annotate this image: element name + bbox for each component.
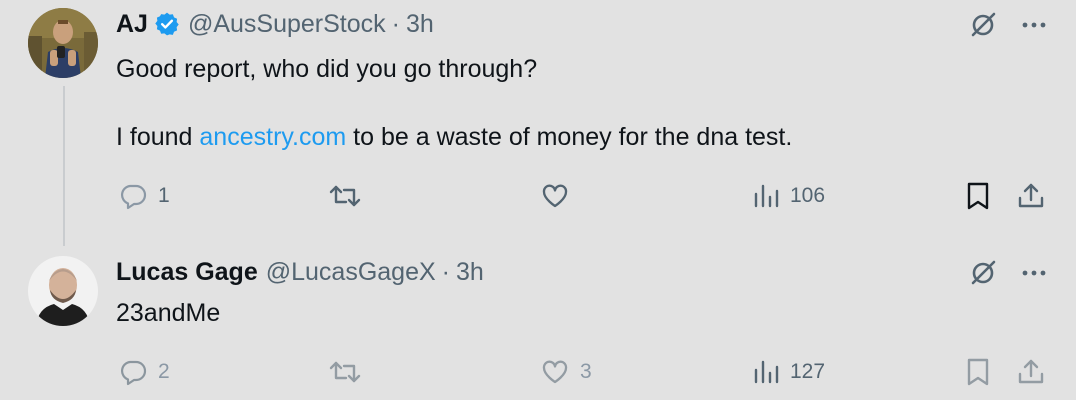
like-count: 3 bbox=[580, 360, 592, 383]
timestamp[interactable]: 3h bbox=[406, 10, 434, 39]
bookmark-button[interactable] bbox=[964, 176, 992, 216]
retweet-button[interactable] bbox=[328, 352, 372, 392]
text-segment: I found bbox=[116, 123, 200, 151]
tweet-text-line: 23andMe bbox=[116, 299, 221, 327]
share-icon bbox=[1016, 357, 1046, 387]
user-handle[interactable]: @LucasGageX bbox=[266, 258, 436, 287]
view-count: 127 bbox=[790, 360, 826, 383]
views-button[interactable]: 127 bbox=[752, 352, 825, 392]
like-icon bbox=[540, 357, 570, 387]
tweet-text: 23andMe bbox=[116, 296, 220, 330]
separator-dot: · bbox=[391, 9, 400, 38]
reply-thread: AJ @AusSuperStock · 3h Good report, who … bbox=[0, 0, 1076, 400]
like-icon bbox=[540, 181, 570, 211]
share-button[interactable] bbox=[1016, 176, 1046, 216]
timestamp[interactable]: 3h bbox=[456, 258, 484, 287]
share-button[interactable] bbox=[1016, 352, 1046, 392]
separator-dot: · bbox=[441, 257, 450, 286]
views-icon bbox=[752, 181, 780, 211]
views-button[interactable]: 106 bbox=[752, 176, 825, 216]
retweet-button[interactable] bbox=[328, 176, 372, 216]
reply-icon bbox=[118, 357, 148, 387]
engagement-bar: 1 106 bbox=[116, 176, 1052, 216]
display-name[interactable]: AJ bbox=[116, 10, 148, 39]
avatar[interactable] bbox=[28, 8, 98, 78]
retweet-icon bbox=[328, 181, 362, 211]
more-options-icon[interactable] bbox=[1020, 259, 1048, 287]
reply-count: 2 bbox=[158, 360, 170, 383]
more-options-icon[interactable] bbox=[1020, 11, 1048, 39]
reply-icon bbox=[118, 181, 148, 211]
engagement-bar: 2 3 127 bbox=[116, 352, 1052, 392]
link-ancestry[interactable]: ancestry.com bbox=[199, 123, 346, 151]
retweet-icon bbox=[328, 357, 362, 387]
bookmark-icon bbox=[964, 357, 992, 387]
grok-icon[interactable] bbox=[968, 10, 998, 40]
user-handle[interactable]: @AusSuperStock bbox=[188, 10, 386, 39]
reply-button[interactable]: 1 bbox=[118, 176, 170, 216]
reply-count: 1 bbox=[158, 184, 170, 207]
tweet-aj[interactable]: AJ @AusSuperStock · 3h Good report, who … bbox=[0, 0, 1076, 246]
views-icon bbox=[752, 357, 780, 387]
like-button[interactable] bbox=[540, 176, 580, 216]
verified-badge-icon bbox=[154, 11, 180, 37]
tweet-text-line: I found ancestry.com to be a waste of mo… bbox=[116, 120, 792, 154]
tweet-top-actions bbox=[968, 10, 1048, 40]
reply-button[interactable]: 2 bbox=[118, 352, 170, 392]
tweet-header: Lucas Gage @LucasGageX · 3h bbox=[116, 256, 484, 288]
avatar[interactable] bbox=[28, 256, 98, 326]
bookmark-button[interactable] bbox=[964, 352, 992, 392]
thread-connector-line bbox=[63, 86, 65, 246]
bookmark-icon bbox=[964, 181, 992, 211]
view-count: 106 bbox=[790, 184, 826, 207]
text-segment: to be a waste of money for the dna test. bbox=[346, 123, 793, 151]
like-button[interactable]: 3 bbox=[540, 352, 592, 392]
tweet-text-line: Good report, who did you go through? bbox=[116, 55, 538, 83]
display-name[interactable]: Lucas Gage bbox=[116, 258, 258, 287]
tweet-lucas-gage[interactable]: Lucas Gage @LucasGageX · 3h 23andMe 2 3 … bbox=[0, 240, 1076, 400]
share-icon bbox=[1016, 181, 1046, 211]
tweet-header: AJ @AusSuperStock · 3h bbox=[116, 8, 434, 40]
grok-icon[interactable] bbox=[968, 258, 998, 288]
tweet-text: Good report, who did you go through? I f… bbox=[116, 52, 792, 154]
tweet-top-actions bbox=[968, 258, 1048, 288]
